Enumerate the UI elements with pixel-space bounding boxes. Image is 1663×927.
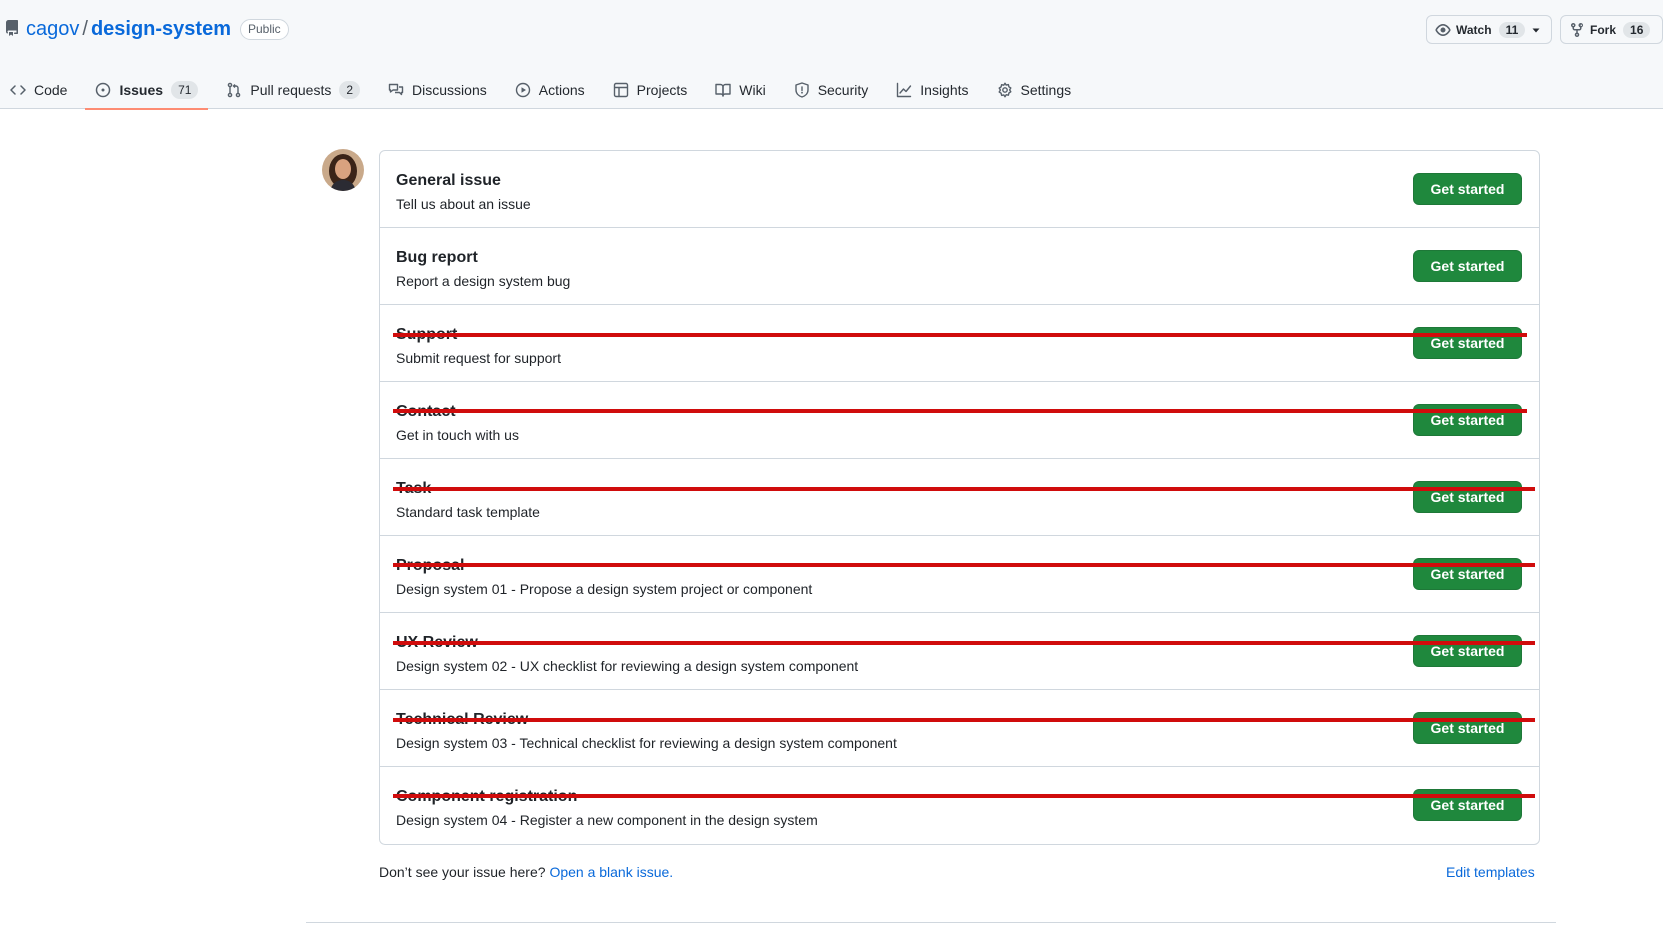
template-row: Contact Get in touch with us Get started: [380, 382, 1539, 459]
gear-icon: [998, 82, 1012, 97]
visibility-badge: Public: [240, 19, 289, 40]
triangle-down-icon[interactable]: [1531, 25, 1541, 35]
template-description: Design system 03 - Technical checklist f…: [396, 735, 897, 751]
repo-separator: /: [82, 18, 88, 40]
blank-issue-prompt-text: Don’t see your issue here?: [379, 864, 546, 880]
tab-wiki[interactable]: Wiki: [705, 70, 775, 109]
tab-actions[interactable]: Actions: [505, 70, 595, 109]
template-row: Proposal Design system 01 - Propose a de…: [380, 536, 1539, 613]
repo-title: cagov / design-system: [26, 16, 231, 42]
template-description: Design system 01 - Propose a design syst…: [396, 581, 813, 597]
template-name: General issue: [396, 172, 501, 189]
tab-security[interactable]: Security: [784, 70, 879, 109]
issue-opened-icon: [96, 82, 111, 97]
divider: [306, 922, 1556, 923]
template-description: Standard task template: [396, 504, 540, 520]
get-started-button[interactable]: Get started: [1413, 712, 1522, 744]
tab-projects[interactable]: Projects: [603, 70, 698, 109]
watch-count: 11: [1498, 21, 1526, 38]
eye-icon: [1435, 23, 1451, 36]
template-description: Get in touch with us: [396, 427, 519, 443]
tab-counter: 2: [339, 80, 361, 99]
template-row: Component registration Design system 04 …: [380, 767, 1539, 844]
git-pull-request-icon: [228, 82, 241, 97]
repo-name-link[interactable]: design-system: [91, 18, 231, 40]
blank-issue-prompt: Don’t see your issue here? Open a blank …: [379, 862, 673, 882]
repo-icon: [5, 20, 19, 36]
strikethrough-annotation: [393, 487, 1535, 491]
tab-counter: 71: [171, 80, 199, 99]
book-icon: [715, 83, 731, 97]
repo-forked-icon: [1571, 22, 1583, 37]
issue-template-list: General issue Tell us about an issue Get…: [379, 150, 1540, 845]
template-row: Bug report Report a design system bug Ge…: [380, 228, 1539, 305]
repo-nav-tabs: Code Issues 71 Pull requests 2 Discussio…: [0, 70, 1089, 110]
tab-label: Projects: [636, 81, 688, 98]
tab-code[interactable]: Code: [0, 70, 77, 109]
strikethrough-annotation: [393, 563, 1535, 567]
code-icon: [10, 84, 26, 95]
template-row: Technical Review Design system 03 - Tech…: [380, 690, 1539, 767]
repo-owner-link[interactable]: cagov: [26, 18, 79, 40]
tab-label: Code: [34, 81, 68, 98]
fork-count: 16: [1623, 21, 1651, 38]
tab-label: Pull requests: [250, 81, 332, 98]
shield-icon: [794, 81, 809, 98]
strikethrough-annotation: [393, 794, 1535, 798]
get-started-button[interactable]: Get started: [1413, 481, 1522, 513]
strikethrough-annotation: [393, 409, 1527, 413]
graph-icon: [897, 82, 912, 97]
avatar[interactable]: [322, 149, 364, 191]
template-row: General issue Tell us about an issue Get…: [380, 151, 1539, 228]
tab-label: Settings: [1020, 81, 1072, 98]
fork-button[interactable]: Fork 16: [1560, 15, 1663, 44]
comment-discussion-icon: [388, 83, 404, 95]
tab-label: Wiki: [739, 81, 766, 98]
tab-label: Issues: [119, 81, 164, 98]
tab-discussions[interactable]: Discussions: [378, 70, 497, 109]
tab-insights[interactable]: Insights: [886, 70, 978, 109]
repo-header: cagov / design-system Public Watch 11 Fork…: [0, 0, 1663, 110]
tab-label: Security: [817, 81, 869, 98]
template-description: Design system 04 - Register a new compon…: [396, 812, 818, 828]
tab-label: Insights: [920, 81, 969, 98]
get-started-button[interactable]: Get started: [1413, 250, 1522, 282]
template-row: Task Standard task template Get started: [380, 459, 1539, 536]
tab-label: Discussions: [412, 81, 487, 98]
avatar-image: [322, 149, 364, 191]
get-started-button[interactable]: Get started: [1413, 173, 1522, 205]
strikethrough-annotation: [393, 333, 1527, 337]
template-description: Tell us about an issue: [396, 196, 531, 212]
tab-issues[interactable]: Issues 71: [85, 70, 209, 110]
tab-pull-requests[interactable]: Pull requests 2: [216, 70, 370, 109]
template-description: Report a design system bug: [396, 273, 571, 289]
watch-button[interactable]: Watch 11: [1426, 15, 1552, 44]
tab-label: Actions: [538, 81, 585, 98]
edit-templates-link[interactable]: Edit templates: [1446, 862, 1535, 882]
table-icon: [613, 82, 628, 97]
open-blank-issue-link[interactable]: Open a blank issue.: [549, 864, 673, 880]
template-row: UX Review Design system 02 - UX checklis…: [380, 613, 1539, 690]
template-name: Bug report: [396, 249, 478, 266]
strikethrough-annotation: [393, 718, 1535, 722]
template-row: Support Submit request for support Get s…: [380, 305, 1539, 382]
play-icon: [515, 82, 530, 97]
get-started-button[interactable]: Get started: [1413, 635, 1522, 667]
watch-label: Watch: [1456, 22, 1492, 37]
template-description: Submit request for support: [396, 350, 561, 366]
get-started-button[interactable]: Get started: [1413, 327, 1522, 359]
tab-settings[interactable]: Settings: [987, 70, 1082, 109]
template-description: Design system 02 - UX checklist for revi…: [396, 658, 859, 674]
strikethrough-annotation: [393, 641, 1535, 645]
fork-label: Fork: [1590, 22, 1617, 37]
